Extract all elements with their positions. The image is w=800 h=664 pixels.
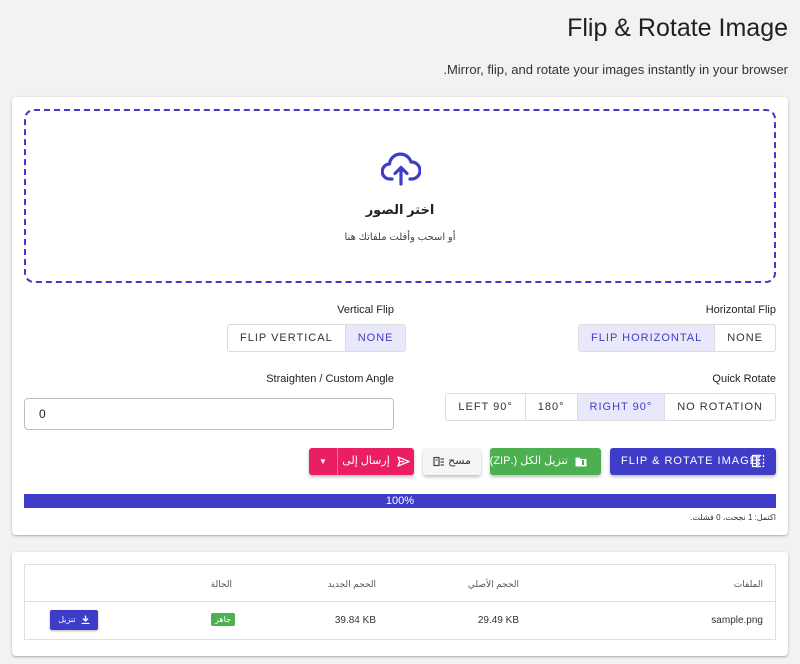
vertical-flip-group: FLIP VERTICAL NONE (227, 324, 407, 352)
cell-file-name: sample.png (711, 615, 763, 626)
download-label: تنزيل (58, 615, 76, 624)
rotate-right-option[interactable]: RIGHT 90° (577, 394, 666, 420)
custom-angle-label: Straighten / Custom Angle (266, 373, 394, 385)
page-subtitle: Mirror, flip, and rotate your images ins… (443, 62, 788, 77)
flip-rotate-label: FLIP & ROTATE IMAGE (621, 455, 758, 467)
progress-bar: 100% (24, 494, 776, 508)
flip-icon (751, 454, 765, 468)
column-new-size: الحجم الجديد (327, 579, 376, 589)
flip-vertical-option[interactable]: FLIP VERTICAL (228, 325, 346, 351)
results-table: الملفات الحجم الأصلي الحجم الجديد الحالة… (24, 564, 776, 640)
dropzone-hint: أو اسحب وأفلت ملفاتك هنا (344, 232, 456, 243)
image-dropzone[interactable]: اختر الصور أو اسحب وأفلت ملفاتك هنا (24, 109, 776, 283)
horizontal-flip-group: FLIP HORIZONTAL NONE (578, 324, 776, 352)
download-zip-label: تنزيل الكل (.ZIP) (489, 455, 568, 467)
flip-horizontal-option[interactable]: FLIP HORIZONTAL (579, 325, 716, 351)
results-card: الملفات الحجم الأصلي الحجم الجديد الحالة… (12, 552, 788, 656)
rotate-left-option[interactable]: LEFT 90° (446, 394, 526, 420)
horizontal-flip-label: Horizontal Flip (705, 304, 776, 316)
clear-list-icon (433, 456, 445, 466)
send-icon (397, 455, 410, 467)
send-to-main[interactable]: إرسال إلى (337, 448, 414, 475)
vertical-flip-label: Vertical Flip (337, 304, 394, 316)
send-to-button[interactable]: ▼ إرسال إلى (309, 448, 414, 475)
cell-original-size: 29.49 KB (477, 615, 519, 626)
cell-new-size: 39.84 KB (334, 615, 376, 626)
progress-label: 100% (385, 495, 415, 507)
download-button[interactable]: تنزيل (50, 610, 98, 630)
no-rotation-option[interactable]: NO ROTATION (665, 394, 775, 420)
quick-rotate-label: Quick Rotate (712, 373, 776, 385)
tool-card: اختر الصور أو اسحب وأفلت ملفاتك هنا Vert… (12, 97, 788, 535)
download-icon (81, 615, 90, 625)
status-text: اكتمل: 1 نجحت، 0 فشلت. (690, 513, 776, 522)
dropzone-title: اختر الصور (365, 202, 435, 217)
chevron-down-icon[interactable]: ▼ (309, 448, 337, 475)
download-zip-button[interactable]: تنزيل الكل (.ZIP) (490, 448, 601, 475)
page-title: Flip & Rotate Image (567, 14, 788, 42)
status-badge: جاهز (211, 613, 236, 626)
column-files: الملفات (733, 579, 763, 589)
horizontal-none-option[interactable]: NONE (715, 325, 775, 351)
send-to-label: إرسال إلى (342, 455, 390, 467)
vertical-none-option[interactable]: NONE (345, 325, 406, 351)
rotate-180-option[interactable]: 180° (526, 394, 578, 420)
clear-label: مسح (448, 455, 471, 467)
cloud-upload-icon (381, 152, 421, 186)
custom-angle-input[interactable] (24, 398, 394, 430)
clear-button[interactable]: مسح (423, 448, 481, 475)
folder-zip-icon (575, 457, 587, 467)
quick-rotate-group: LEFT 90° 180° RIGHT 90° NO ROTATION (445, 393, 776, 421)
column-status: الحالة (210, 579, 232, 589)
row-divider (25, 601, 775, 602)
column-original-size: الحجم الأصلي (467, 579, 519, 589)
flip-rotate-button[interactable]: FLIP & ROTATE IMAGE (610, 448, 776, 475)
